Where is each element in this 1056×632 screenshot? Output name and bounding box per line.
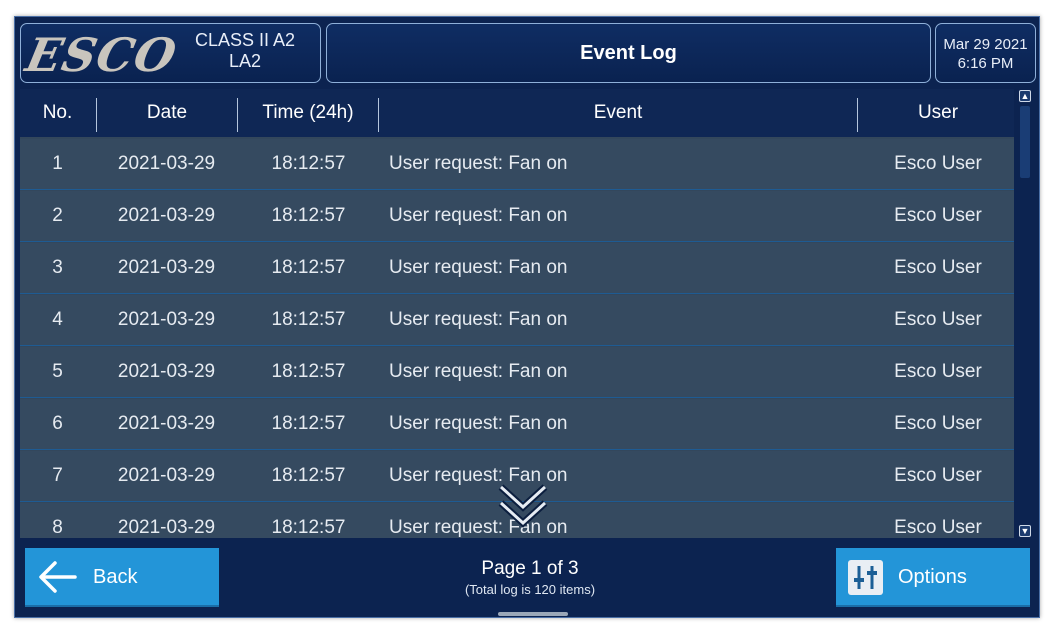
page-title: Event Log xyxy=(580,42,677,64)
scroll-thumb[interactable] xyxy=(1020,106,1030,178)
cell-date: 2021-03-29 xyxy=(117,205,216,226)
column-header-time: Time (24h) xyxy=(262,102,354,123)
cell-event: User request: Fan on xyxy=(389,309,568,330)
cell-time: 18:12:57 xyxy=(271,361,346,382)
cell-time: 18:12:57 xyxy=(271,309,346,330)
cell-no: 1 xyxy=(52,153,63,174)
cell-time: 18:12:57 xyxy=(271,205,346,226)
cell-user: Esco User xyxy=(894,153,982,174)
cell-date: 2021-03-29 xyxy=(117,361,216,382)
cell-date: 2021-03-29 xyxy=(117,153,216,174)
model-class: CLASS II A2 xyxy=(194,30,296,50)
page-indicator: Page 1 of 3 xyxy=(481,558,579,579)
cell-date: 2021-03-29 xyxy=(117,517,216,538)
scroll-up-icon[interactable]: ▲ xyxy=(1019,90,1031,102)
app-window: ESCO CLASS II A2 LA2 Event Log Mar 29 20… xyxy=(14,16,1040,618)
column-header-date: Date xyxy=(146,102,188,123)
cell-time: 18:12:57 xyxy=(271,153,346,174)
clock: Mar 29 2021 6:16 PM xyxy=(936,35,1035,73)
column-header-event: Event xyxy=(593,102,643,123)
cell-no: 4 xyxy=(52,309,63,330)
drag-handle[interactable] xyxy=(498,612,568,616)
cell-time: 18:12:57 xyxy=(271,413,346,434)
back-label: Back xyxy=(93,566,138,588)
cell-no: 2 xyxy=(52,205,63,226)
options-label: Options xyxy=(898,566,967,588)
cell-user: Esco User xyxy=(894,517,982,538)
cell-date: 2021-03-29 xyxy=(117,465,216,486)
title-panel: Event Log xyxy=(326,23,931,83)
brand-panel: ESCO CLASS II A2 LA2 xyxy=(20,23,321,83)
model-type: LA2 xyxy=(228,51,262,71)
cell-no: 8 xyxy=(52,517,63,538)
clock-panel: Mar 29 2021 6:16 PM xyxy=(935,23,1036,83)
table-scrollbar[interactable]: ▲ ▼ xyxy=(1018,89,1033,538)
cell-user: Esco User xyxy=(894,465,982,486)
cell-user: Esco User xyxy=(894,413,982,434)
table-row[interactable]: 5 2021-03-29 18:12:57 User request: Fan on E… xyxy=(20,347,1014,398)
cell-user: Esco User xyxy=(894,309,982,330)
event-log-table: No. Date Time (24h) Event User 1 2021-03-… xyxy=(20,89,1014,538)
model-label: CLASS II A2 LA2 xyxy=(181,30,309,72)
cell-event: User request: Fan on xyxy=(389,205,568,226)
cell-time: 18:12:57 xyxy=(271,257,346,278)
cell-date: 2021-03-29 xyxy=(117,309,216,330)
cell-time: 18:12:57 xyxy=(271,465,346,486)
footer-bar: Back Page 1 of 3 (Total log is 120 items… xyxy=(20,544,1036,616)
cell-no: 6 xyxy=(52,413,63,434)
options-button[interactable]: Options xyxy=(836,548,1030,607)
cell-user: Esco User xyxy=(894,205,982,226)
cell-event: User request: Fan on xyxy=(389,413,568,434)
table-row[interactable]: 6 2021-03-29 18:12:57 User request: Fan on E… xyxy=(20,399,1014,450)
cell-no: 3 xyxy=(52,257,63,278)
column-header-user: User xyxy=(917,102,959,123)
clock-time: 6:16 PM xyxy=(957,55,1014,72)
table-header: No. Date Time (24h) Event User xyxy=(20,89,1014,137)
cell-date: 2021-03-29 xyxy=(117,257,216,278)
cell-no: 5 xyxy=(52,361,63,382)
table-row[interactable]: 2 2021-03-29 18:12:57 User request: Fan on E… xyxy=(20,191,1014,242)
total-count: (Total log is 120 items) xyxy=(464,582,596,597)
cell-time: 18:12:57 xyxy=(271,517,346,538)
cell-event: User request: Fan on xyxy=(389,257,568,278)
esco-logo: ESCO xyxy=(21,28,182,82)
table-body[interactable]: 1 2021-03-29 18:12:57 User request: Fan on E… xyxy=(20,139,1014,538)
cell-event: User request: Fan on xyxy=(389,361,568,382)
cell-no: 7 xyxy=(52,465,63,486)
table-row[interactable]: 4 2021-03-29 18:12:57 User request: Fan on E… xyxy=(20,295,1014,346)
cell-user: Esco User xyxy=(894,361,982,382)
arrow-left-icon xyxy=(39,561,77,593)
table-row[interactable]: 1 2021-03-29 18:12:57 User request: Fan on E… xyxy=(20,139,1014,190)
sliders-icon xyxy=(848,560,883,595)
pagination-info: Page 1 of 3 (Total log is 120 items) xyxy=(320,558,740,597)
column-header-no: No. xyxy=(42,102,73,123)
cell-date: 2021-03-29 xyxy=(117,413,216,434)
double-chevron-down-icon[interactable] xyxy=(493,481,553,529)
back-button[interactable]: Back xyxy=(25,548,219,607)
scroll-down-icon[interactable]: ▼ xyxy=(1019,525,1031,537)
cell-event: User request: Fan on xyxy=(389,153,568,174)
table-row[interactable]: 3 2021-03-29 18:12:57 User request: Fan on E… xyxy=(20,243,1014,294)
clock-date: Mar 29 2021 xyxy=(943,36,1028,53)
cell-user: Esco User xyxy=(894,257,982,278)
